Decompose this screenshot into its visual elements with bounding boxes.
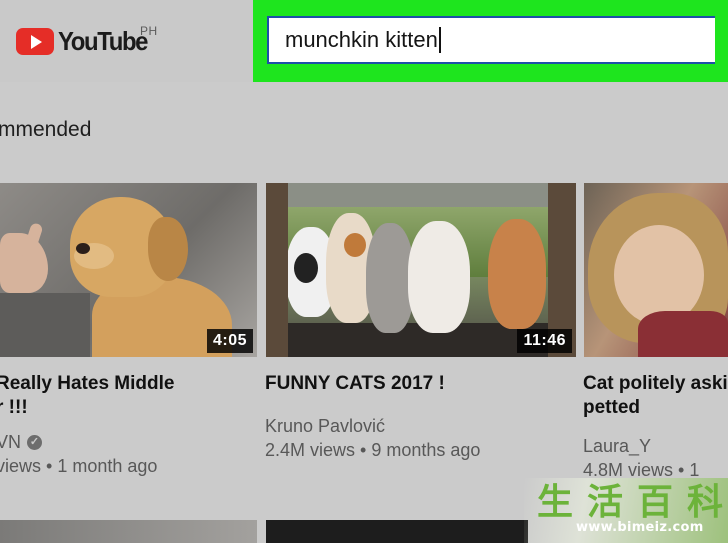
duration-badge: 11:46 bbox=[517, 329, 572, 353]
video-title[interactable]: FUNNY CATS 2017 ! bbox=[265, 372, 575, 396]
search-query: munchkin kitten bbox=[285, 27, 438, 52]
video-thumbnail-2[interactable]: 11:46 bbox=[266, 183, 576, 357]
youtube-play-icon bbox=[16, 27, 54, 55]
watermark-char: 百 bbox=[636, 481, 673, 523]
video-info-2: FUNNY CATS 2017 ! Kruno Pavlović 2.4M vi… bbox=[265, 372, 575, 462]
channel-name[interactable]: Laura_Y bbox=[583, 434, 728, 458]
video-thumbnail-5[interactable] bbox=[266, 520, 528, 543]
channel-name[interactable]: Kruno Pavlović bbox=[265, 414, 575, 438]
watermark-char: 科 bbox=[686, 481, 723, 523]
region-code: PH bbox=[140, 24, 158, 38]
video-info-3: Cat politely aski petted Laura_Y 4.8M vi… bbox=[583, 372, 728, 482]
logo-text: YouTube bbox=[58, 25, 148, 56]
watermark-logo: 生 活 百 科 www.bimeiz.com bbox=[524, 478, 728, 543]
watermark-url: www.bimeiz.com bbox=[576, 520, 704, 535]
duration-badge: 4:05 bbox=[206, 329, 253, 353]
video-thumbnail-4[interactable] bbox=[0, 520, 257, 543]
youtube-logo[interactable]: YouTube bbox=[16, 26, 155, 56]
video-info-1: Really Hates Middle r !!! VN ✓ views • 1… bbox=[0, 372, 258, 478]
watermark-char: 生 bbox=[536, 481, 573, 523]
section-title: mmended bbox=[0, 118, 92, 141]
channel-name[interactable]: VN ✓ bbox=[0, 430, 258, 454]
video-thumbnail-3[interactable] bbox=[584, 183, 728, 357]
search-input[interactable]: munchkin kitten bbox=[267, 16, 715, 64]
video-title[interactable]: Cat politely aski bbox=[583, 372, 728, 396]
video-title-line2[interactable]: petted bbox=[583, 396, 728, 420]
video-title-line2[interactable]: r !!! bbox=[0, 396, 258, 420]
text-caret bbox=[438, 27, 441, 53]
verified-icon: ✓ bbox=[27, 434, 43, 450]
video-thumbnail-1[interactable]: 4:05 bbox=[0, 183, 257, 357]
top-bar: YouTube PH munchkin kitten bbox=[0, 0, 728, 82]
video-stats: 2.4M views • 9 months ago bbox=[265, 440, 481, 460]
watermark-char: 活 bbox=[586, 481, 623, 523]
video-stats: views • 1 month ago bbox=[0, 456, 158, 476]
video-title[interactable]: Really Hates Middle bbox=[0, 372, 258, 396]
